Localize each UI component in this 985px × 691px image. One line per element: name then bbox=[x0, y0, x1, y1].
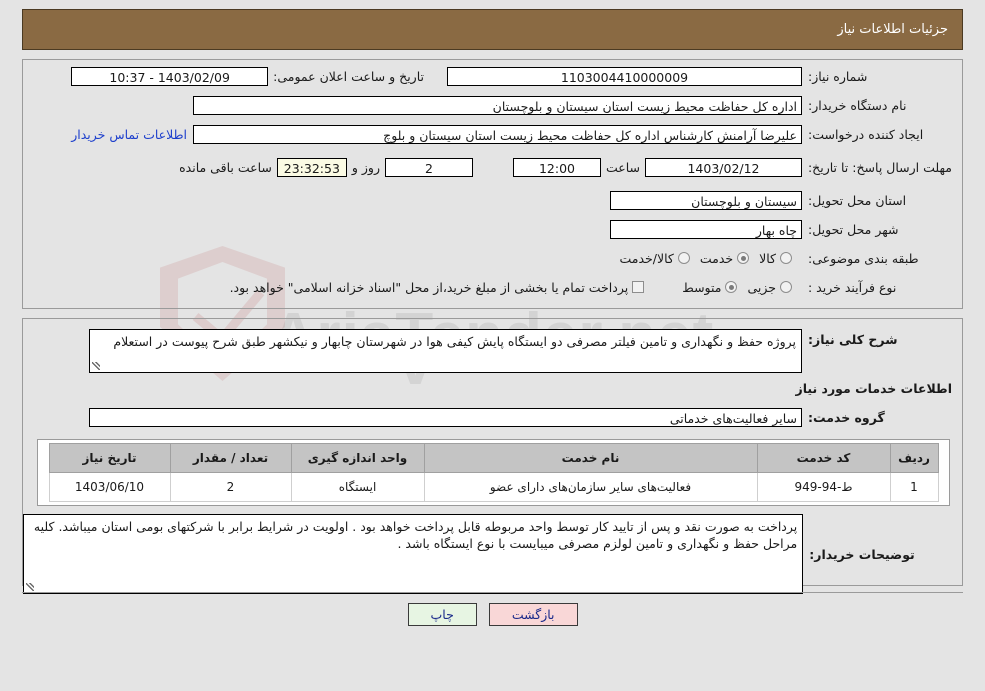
province-label: استان محل تحویل: bbox=[808, 192, 907, 208]
process-option-label: جزیی bbox=[747, 279, 776, 295]
buyer-contact-link[interactable]: اطلاعات تماس خریدار bbox=[65, 127, 193, 142]
col-service-name: نام خدمت bbox=[423, 443, 758, 473]
buyer-notes-textarea[interactable]: پرداخت به صورت نقد و پس از تایید کار توس… bbox=[23, 514, 804, 594]
col-need-date: تاریخ نیاز bbox=[48, 443, 171, 473]
table-header-row: ردیف کد خدمت نام خدمت واحد اندازه گیری ت… bbox=[48, 443, 939, 473]
category-option-kala-khedmat[interactable]: کالا/خدمت bbox=[619, 251, 699, 266]
cell-service-code: ط-94-949 bbox=[756, 472, 891, 502]
print-button[interactable]: چاپ bbox=[407, 603, 477, 626]
buyer-org-value: اداره کل حفاظت محیط زیست استان سیستان و … bbox=[193, 95, 802, 115]
row-process-type: نوع فرآیند خرید : جزیی متوسط پرداخت تمام… bbox=[23, 274, 962, 300]
process-option-motevaset[interactable]: متوسط bbox=[682, 280, 747, 295]
details-panel: شرح کلی نیاز: پروژه حفظ و نگهداری و تامی… bbox=[22, 318, 963, 594]
hours-unit-label: ساعت باقی مانده bbox=[179, 159, 272, 175]
city-value: چاه بهار bbox=[610, 219, 802, 239]
checkbox-icon[interactable] bbox=[632, 281, 645, 293]
row-general-desc: شرح کلی نیاز: پروژه حفظ و نگهداری و تامی… bbox=[23, 329, 962, 373]
table-row: 1 ط-94-949 فعالیت‌های سایر سازمان‌های دا… bbox=[48, 472, 939, 502]
buyer-notes-label: توضیحات خریدار: bbox=[809, 546, 915, 562]
row-buyer-org: نام دستگاه خریدار: اداره کل حفاظت محیط ز… bbox=[23, 92, 962, 118]
radio-icon[interactable] bbox=[725, 281, 738, 293]
category-label: طبقه بندی موضوعی: bbox=[808, 250, 919, 266]
deadline-time-label: ساعت bbox=[605, 159, 640, 175]
need-info-panel: شماره نیاز: 1103004410000009 تاریخ و ساع… bbox=[22, 59, 963, 309]
services-table: ردیف کد خدمت نام خدمت واحد اندازه گیری ت… bbox=[48, 443, 939, 502]
row-province: استان محل تحویل: سیستان و بلوچستان bbox=[23, 187, 962, 213]
category-option-kala[interactable]: کالا bbox=[759, 251, 802, 266]
service-group-value: سایر فعالیت‌های خدماتی bbox=[89, 407, 802, 427]
hours-remaining-countdown: 23:32:53 bbox=[276, 157, 347, 177]
province-value: سیستان و بلوچستان bbox=[610, 190, 802, 210]
process-option-jozei[interactable]: جزیی bbox=[747, 280, 802, 295]
radio-icon[interactable] bbox=[677, 252, 690, 264]
cell-need-date: 1403/06/10 bbox=[48, 472, 171, 502]
radio-icon[interactable] bbox=[737, 252, 750, 264]
col-unit: واحد اندازه گیری bbox=[290, 443, 425, 473]
deadline-date-value: 1403/02/12 bbox=[645, 157, 802, 177]
col-service-code: کد خدمت bbox=[756, 443, 891, 473]
announce-datetime-value: 10:37 - 1403/02/09 bbox=[71, 66, 269, 86]
requester-label: ایجاد کننده درخواست: bbox=[808, 126, 924, 142]
col-row-no: ردیف bbox=[889, 443, 939, 473]
services-table-wrapper: ردیف کد خدمت نام خدمت واحد اندازه گیری ت… bbox=[37, 439, 950, 506]
footer-button-bar: بازگشت چاپ bbox=[0, 603, 985, 626]
category-option-label: خدمت bbox=[699, 250, 734, 266]
treasury-bond-label: پرداخت تمام یا بخشی از مبلغ خرید،از محل … bbox=[229, 279, 629, 295]
row-category: طبقه بندی موضوعی: کالا خدمت کالا/خدمت bbox=[23, 245, 962, 271]
announce-datetime-label: تاریخ و ساعت اعلان عمومی: bbox=[273, 68, 424, 84]
buyer-org-label: نام دستگاه خریدار: bbox=[808, 97, 907, 113]
row-service-group: گروه خدمت: سایر فعالیت‌های خدماتی bbox=[23, 404, 962, 430]
days-unit-label: روز و bbox=[351, 159, 380, 175]
service-group-label: گروه خدمت: bbox=[808, 409, 885, 425]
days-remaining-value: 2 bbox=[384, 157, 473, 177]
col-quantity: تعداد / مقدار bbox=[169, 443, 292, 473]
cell-quantity: 2 bbox=[169, 472, 292, 502]
city-label: شهر محل تحویل: bbox=[808, 221, 899, 237]
process-type-label: نوع فرآیند خرید : bbox=[808, 279, 897, 295]
services-section-heading: اطلاعات خدمات مورد نیاز bbox=[795, 381, 953, 396]
cell-unit: ایستگاه bbox=[290, 472, 425, 502]
row-need-number: شماره نیاز: 1103004410000009 تاریخ و ساع… bbox=[23, 63, 962, 89]
cell-row-no: 1 bbox=[889, 472, 939, 502]
general-desc-label: شرح کلی نیاز: bbox=[808, 332, 898, 347]
deadline-label: مهلت ارسال پاسخ: تا تاریخ: bbox=[807, 159, 952, 175]
category-option-label: کالا bbox=[759, 250, 776, 266]
row-buyer-notes: توضیحات خریدار: پرداخت به صورت نقد و پس … bbox=[23, 514, 962, 594]
page-root: AriaTender.net V جزئیات اطلاعات نیاز شما… bbox=[0, 0, 985, 691]
radio-icon[interactable] bbox=[780, 281, 792, 293]
general-desc-textarea[interactable]: پروژه حفظ و نگهداری و تامین فیلتر مصرفی … bbox=[89, 329, 802, 373]
back-button[interactable]: بازگشت bbox=[488, 603, 578, 626]
treasury-bond-checkbox[interactable]: پرداخت تمام یا بخشی از مبلغ خرید،از محل … bbox=[230, 280, 655, 295]
cell-service-name: فعالیت‌های سایر سازمان‌های دارای عضو bbox=[423, 472, 758, 502]
page-header: جزئیات اطلاعات نیاز bbox=[22, 9, 963, 50]
need-number-value: 1103004410000009 bbox=[447, 66, 802, 86]
row-requester: ایجاد کننده درخواست: علیرضا آرامنش کارشن… bbox=[23, 121, 962, 147]
page-title: جزئیات اطلاعات نیاز bbox=[837, 22, 948, 37]
row-city: شهر محل تحویل: چاه بهار bbox=[23, 216, 962, 242]
process-option-label: متوسط bbox=[682, 279, 722, 295]
radio-icon[interactable] bbox=[780, 252, 792, 264]
deadline-time-value: 12:00 bbox=[512, 157, 601, 177]
category-option-label: کالا/خدمت bbox=[619, 250, 674, 266]
requester-value: علیرضا آرامنش کارشناس اداره کل حفاظت محی… bbox=[193, 124, 802, 144]
category-option-khedmat[interactable]: خدمت bbox=[700, 251, 759, 266]
footer-divider bbox=[22, 592, 963, 593]
need-number-label: شماره نیاز: bbox=[808, 68, 868, 84]
row-deadline: مهلت ارسال پاسخ: تا تاریخ: 1403/02/12 سا… bbox=[23, 150, 962, 184]
